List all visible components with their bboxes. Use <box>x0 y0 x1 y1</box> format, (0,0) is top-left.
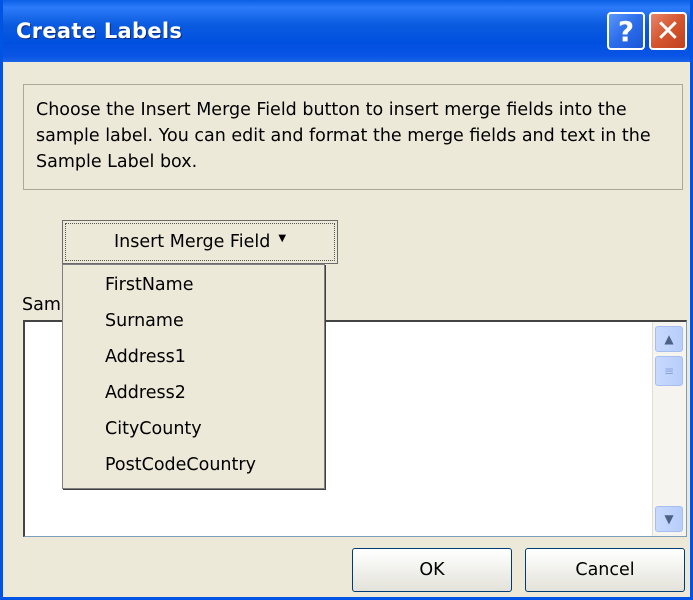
cancel-button[interactable]: Cancel <box>525 548 685 592</box>
ok-button[interactable]: OK <box>352 548 512 592</box>
help-icon: ? <box>617 14 635 48</box>
dropdown-caret-icon: ▼ <box>278 232 287 244</box>
chevron-down-icon: ▼ <box>664 512 674 526</box>
sample-label-caption: Sam <box>22 295 61 315</box>
scroll-thumb[interactable]: ≡ <box>655 356 683 386</box>
close-icon: ✕ <box>655 13 681 49</box>
create-labels-dialog: Create Labels ? ✕ Choose the Insert Merg… <box>0 0 693 600</box>
menu-item-firstname[interactable]: FirstName <box>105 275 193 295</box>
menu-item-address1[interactable]: Address1 <box>105 347 186 367</box>
menu-item-citycounty[interactable]: CityCounty <box>105 419 202 439</box>
window-title: Create Labels <box>16 19 183 43</box>
insert-merge-field-focus: Insert Merge Field ▼ <box>65 223 335 261</box>
scroll-up-button[interactable]: ▲ <box>655 326 683 352</box>
menu-item-address2[interactable]: Address2 <box>105 383 186 403</box>
close-button[interactable]: ✕ <box>649 12 687 50</box>
instructions-box: Choose the Insert Merge Field button to … <box>23 84 683 190</box>
instructions-text: Choose the Insert Merge Field button to … <box>36 100 651 172</box>
scroll-down-button[interactable]: ▼ <box>655 506 683 532</box>
insert-merge-field-label: Insert Merge Field <box>113 232 271 252</box>
ok-label: OK <box>419 560 445 580</box>
menu-item-surname[interactable]: Surname <box>105 311 184 331</box>
menu-item-postcodecountry[interactable]: PostCodeCountry <box>105 455 256 475</box>
help-button[interactable]: ? <box>607 12 645 50</box>
title-bar[interactable]: Create Labels ? ✕ <box>3 0 690 62</box>
vertical-scrollbar[interactable]: ▲ ≡ ▼ <box>652 322 686 536</box>
cancel-label: Cancel <box>575 560 635 580</box>
chevron-up-icon: ▲ <box>664 332 674 346</box>
grip-icon: ≡ <box>663 364 675 378</box>
insert-merge-field-button[interactable]: Insert Merge Field ▼ <box>62 220 338 264</box>
merge-field-menu: FirstName Surname Address1 Address2 City… <box>62 264 325 489</box>
